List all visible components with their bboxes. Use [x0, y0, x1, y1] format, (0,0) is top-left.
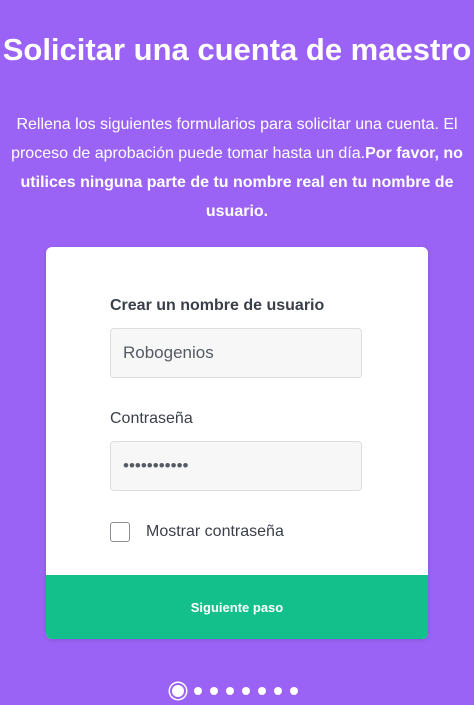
signup-form-card: Crear un nombre de usuario Contraseña Mo… — [46, 247, 428, 639]
password-label: Contraseña — [110, 410, 193, 427]
intro-text: Rellena los siguientes formularios para … — [8, 110, 466, 226]
step-dot-7[interactable] — [274, 687, 282, 695]
username-input[interactable] — [110, 328, 362, 378]
step-dot-6[interactable] — [258, 687, 266, 695]
step-dot-5[interactable] — [242, 687, 250, 695]
step-dot-4[interactable] — [226, 687, 234, 695]
step-dot-1[interactable] — [172, 685, 184, 697]
show-password-checkbox[interactable] — [110, 522, 130, 542]
password-input[interactable] — [110, 441, 362, 491]
next-step-button[interactable]: Siguiente paso — [46, 575, 428, 639]
step-dot-2[interactable] — [194, 687, 202, 695]
show-password-label[interactable]: Mostrar contraseña — [146, 523, 284, 541]
username-label: Crear un nombre de usuario — [110, 297, 325, 314]
page-title: Solicitar una cuenta de maestro — [2, 31, 472, 67]
step-pagination — [172, 682, 298, 700]
step-dot-8[interactable] — [290, 687, 298, 695]
step-dot-3[interactable] — [210, 687, 218, 695]
